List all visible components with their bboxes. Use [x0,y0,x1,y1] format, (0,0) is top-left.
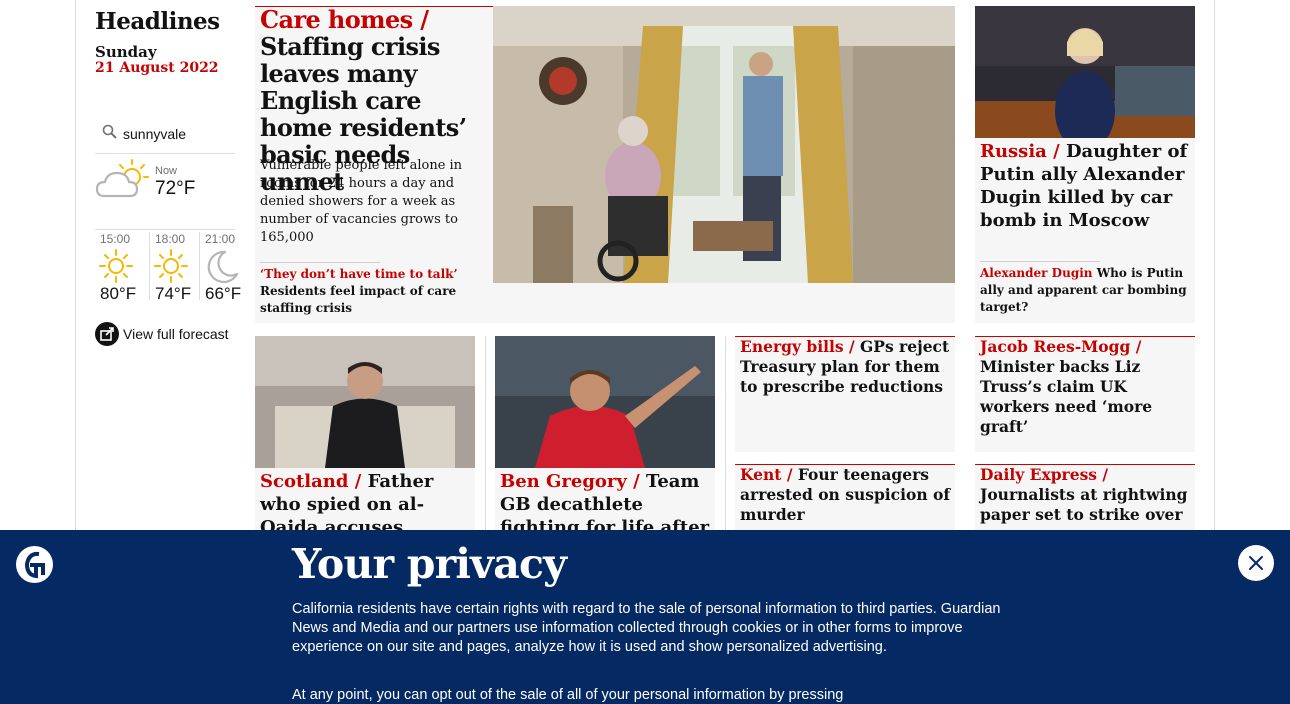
russia-story-sublink[interactable]: Alexander Dugin Who is Putin ally and ap… [980,265,1192,316]
forecast-time: 18:00 [155,232,186,246]
care-home-photo[interactable] [493,6,955,283]
russia-story-kicker: Russia / [980,141,1060,162]
dugin-daughter-photo[interactable] [975,6,1195,138]
privacy-body-continued: At any point, you can opt out of the sal… [292,687,844,703]
section-title: Headlines [95,8,220,35]
russia-story-headline[interactable]: Russia / Daughter of Putin ally Alexande… [980,140,1192,232]
energy-story-kicker: Energy bills / [740,337,855,356]
scotland-story-photo[interactable] [255,336,475,468]
rees-mogg-story-headline[interactable]: Jacob Rees-Mogg / Minister backs Liz Tru… [980,337,1192,437]
partly-cloudy-icon [95,158,151,206]
kent-story-kicker: Kent / [740,465,793,484]
search-icon [101,123,119,145]
gregory-story-photo[interactable] [495,336,715,468]
weather-now-label: Now [155,165,178,177]
sublink-kicker: ‘They don’t have time to talk’ [260,267,458,281]
sublink-kicker: Alexander Dugin [980,266,1093,280]
express-story-kicker: Daily Express / [980,465,1109,484]
sublink-text: Residents feel impact of care staffing c… [260,284,457,315]
divider [95,229,235,230]
forecast-temp: 66°F [205,284,242,303]
date-full: 21 August 2022 [95,60,219,76]
rees-mogg-story-kicker: Jacob Rees-Mogg / [980,337,1142,356]
main-story-sublink[interactable]: ‘They don’t have time to talk’ Residents… [260,266,486,317]
weather-location: sunnyvale [123,126,187,142]
divider [260,262,380,263]
forecast-time: 21:00 [205,232,236,246]
moon-icon [203,248,239,288]
privacy-title: Your privacy [292,540,567,588]
forecast-temp: 74°F [155,284,192,303]
forecast-slot: 21:00 66°F [199,232,249,303]
view-full-forecast-label: View full forecast [123,326,229,342]
kent-story-headline[interactable]: Kent / Four teenagers arrested on suspic… [740,465,952,525]
sun-icon [98,248,134,288]
energy-story-headline[interactable]: Energy bills / GPs reject Treasury plan … [740,337,952,397]
external-link-icon [95,322,119,346]
close-icon [1249,556,1263,570]
sun-icon [153,248,189,288]
rees-mogg-story-title: Minister backs Liz Truss’s claim UK work… [980,357,1153,436]
close-privacy-button[interactable] [1238,545,1274,581]
forecast-slot: 15:00 80°F [95,232,145,303]
main-story-standfirst: Vulnerable people left alone in rooms fo… [260,158,463,245]
weather-location-field[interactable]: sunnyvale [95,120,235,154]
divider [725,336,726,536]
forecast-slot: 18:00 74°F [149,232,199,303]
forecast-time: 15:00 [100,232,131,246]
main-story-kicker: Care homes / [260,5,429,34]
scotland-story-kicker: Scotland / [260,471,362,492]
gregory-story-kicker: Ben Gregory / [500,471,640,492]
divider [485,336,486,536]
divider [980,261,1100,262]
date-day: Sunday [95,43,157,61]
forecast-temp: 80°F [100,284,137,303]
weather-now-temp: 72°F [155,178,196,199]
guardian-logo-icon [16,546,53,583]
privacy-banner: Your privacy California residents have c… [0,530,1290,704]
privacy-body: California residents have certain rights… [292,601,1001,655]
